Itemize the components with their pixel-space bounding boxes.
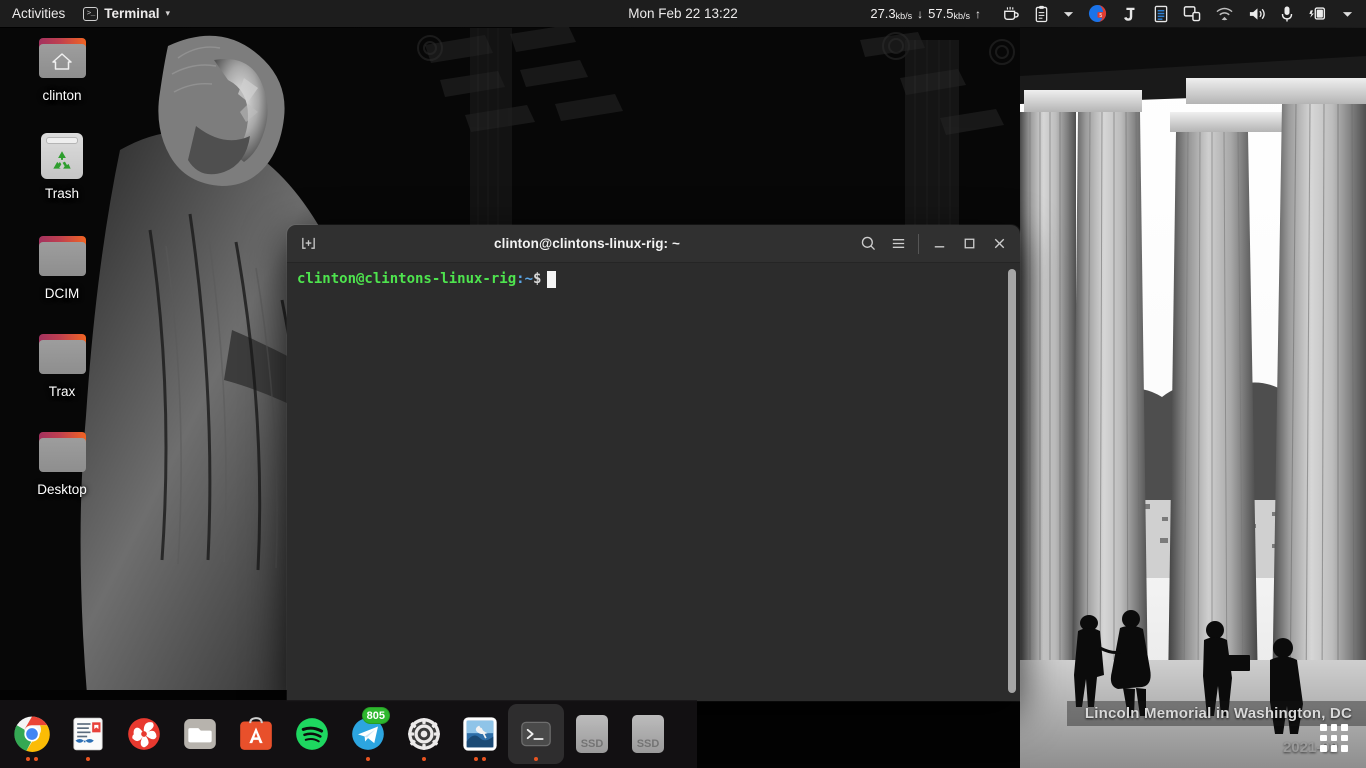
dock-item-settings[interactable] (396, 704, 452, 764)
upload-speed: 57.5kb/s (928, 6, 970, 21)
trash-icon (14, 130, 110, 182)
titlebar-divider (918, 233, 919, 254)
dock-item-shotwell[interactable] (452, 704, 508, 764)
drive-icon: SSD (632, 715, 664, 753)
maximize-icon[interactable] (954, 229, 984, 259)
folder-icon (14, 230, 110, 282)
files-icon (184, 719, 216, 749)
drive-icon: SSD (576, 715, 608, 753)
window-indicator-dots (4, 757, 60, 761)
wifi-icon[interactable] (1208, 0, 1241, 27)
upload-arrow-icon: ↑ (975, 6, 981, 21)
window-indicator-dots (396, 757, 452, 761)
dock-item-files[interactable] (172, 704, 228, 764)
clock-button[interactable]: Mon Feb 22 13:22 (628, 6, 738, 21)
clock-label: Mon Feb 22 13:22 (628, 6, 738, 21)
battery-charging-icon[interactable] (1301, 0, 1335, 27)
recycle-glyph (53, 151, 71, 169)
prompt-path: ~ (524, 271, 534, 287)
terminal-window[interactable]: clinton@clintons-linux-rig: ~ clinton@cl… (287, 225, 1020, 701)
opera-icon[interactable]: 5 (1081, 0, 1114, 27)
home-folder-icon (14, 32, 110, 84)
dock-item-news-reader[interactable] (60, 704, 116, 764)
prompt-colon: : (516, 271, 525, 287)
terminal-prompt-line: clinton@clintons-linux-rig: ~ $ (297, 269, 1010, 289)
dock-item-ssd-drive-2[interactable]: SSD (620, 704, 676, 764)
network-speed-indicator[interactable]: 27.3kb/s ↓ 57.5kb/s ↑ (870, 6, 981, 21)
dock: 805 SSD SSD (0, 700, 697, 768)
dock-item-terminal[interactable] (508, 704, 564, 764)
terminal-icon: >_ (83, 6, 99, 21)
desktop-icon-label: clinton (42, 88, 82, 103)
hamburger-menu-icon[interactable] (883, 229, 913, 259)
folder-icon (14, 426, 110, 478)
terminal-titlebar[interactable]: clinton@clintons-linux-rig: ~ (287, 225, 1020, 263)
system-menu-caret-icon[interactable] (1335, 0, 1360, 27)
desktop-icon-label: Desktop (37, 482, 87, 497)
window-indicator-dots (340, 757, 396, 761)
app-menu-label: Terminal (104, 6, 160, 21)
screen-cast-icon[interactable] (1176, 0, 1208, 27)
coffee-cup-icon[interactable] (995, 0, 1027, 27)
news-icon (73, 717, 103, 751)
window-indicator-dots (60, 757, 116, 761)
prompt-user-host: clinton@clintons-linux-rig (297, 271, 517, 287)
terminal-scrollbar[interactable] (1008, 269, 1016, 693)
volume-icon[interactable] (1241, 0, 1273, 27)
desktop-icon-label: DCIM (44, 286, 80, 301)
top-bar: Activities >_ Terminal ▾ Mon Feb 22 13:2… (0, 0, 1366, 27)
terminal-title: clinton@clintons-linux-rig: ~ (494, 236, 680, 251)
dock-item-lollypop[interactable] (116, 704, 172, 764)
desktop-icon-label: Trax (48, 384, 76, 399)
svg-text:5: 5 (1099, 13, 1102, 19)
house-glyph (52, 53, 72, 70)
app-menu-terminal[interactable]: >_ Terminal ▾ (75, 6, 178, 21)
window-indicator-dots (452, 757, 508, 761)
dock-item-ubuntu-software[interactable] (228, 704, 284, 764)
joplin-icon[interactable] (1114, 0, 1146, 27)
close-icon[interactable] (984, 229, 1014, 259)
settings-icon (408, 718, 440, 750)
desktop-icon-trash[interactable]: Trash (14, 130, 110, 201)
drive-label: SSD (636, 738, 660, 750)
dock-item-telegram[interactable]: 805 (340, 704, 396, 764)
dock-item-ssd-drive-1[interactable]: SSD (564, 704, 620, 764)
minimize-icon[interactable] (924, 229, 954, 259)
window-indicator-dots (508, 757, 564, 761)
clipboard-icon[interactable] (1027, 0, 1056, 27)
desktop-icon-trax[interactable]: Trax (14, 328, 110, 399)
notification-badge: 805 (361, 707, 390, 724)
activities-button[interactable]: Activities (0, 6, 75, 21)
lollypop-icon (128, 718, 160, 750)
desktop-icon-label: Trash (44, 186, 79, 201)
microphone-icon[interactable] (1273, 0, 1301, 27)
download-speed: 27.3kb/s (870, 6, 913, 21)
show-applications-grid-icon[interactable] (1312, 716, 1356, 760)
desktop-icon-home[interactable]: clinton (14, 32, 110, 103)
new-tab-icon[interactable] (295, 231, 321, 257)
system-tray: 27.3kb/s ↓ 57.5kb/s ↑ 5 (870, 0, 1366, 27)
chevron-down-icon: ▾ (165, 8, 171, 18)
drive-label: SSD (580, 738, 604, 750)
search-icon[interactable] (853, 229, 883, 259)
desktop-icon-dcim[interactable]: DCIM (14, 230, 110, 301)
terminal-cursor (547, 270, 557, 288)
photos-icon (463, 717, 497, 751)
prompt-dollar: $ (533, 271, 542, 287)
tray-dropdown-icon[interactable] (1056, 0, 1081, 27)
download-arrow-icon: ↓ (917, 6, 924, 21)
desktop-icon-desktop[interactable]: Desktop (14, 426, 110, 497)
spotify-icon (296, 718, 328, 750)
terminal-icon (521, 721, 551, 747)
folder-icon (14, 328, 110, 380)
chrome-icon (14, 716, 50, 752)
software-icon (240, 717, 272, 750)
terminal-body[interactable]: clinton@clintons-linux-rig: ~ $ (287, 263, 1020, 701)
notes-icon[interactable] (1146, 0, 1176, 27)
dock-item-spotify[interactable] (284, 704, 340, 764)
dock-item-google-chrome[interactable] (4, 704, 60, 764)
